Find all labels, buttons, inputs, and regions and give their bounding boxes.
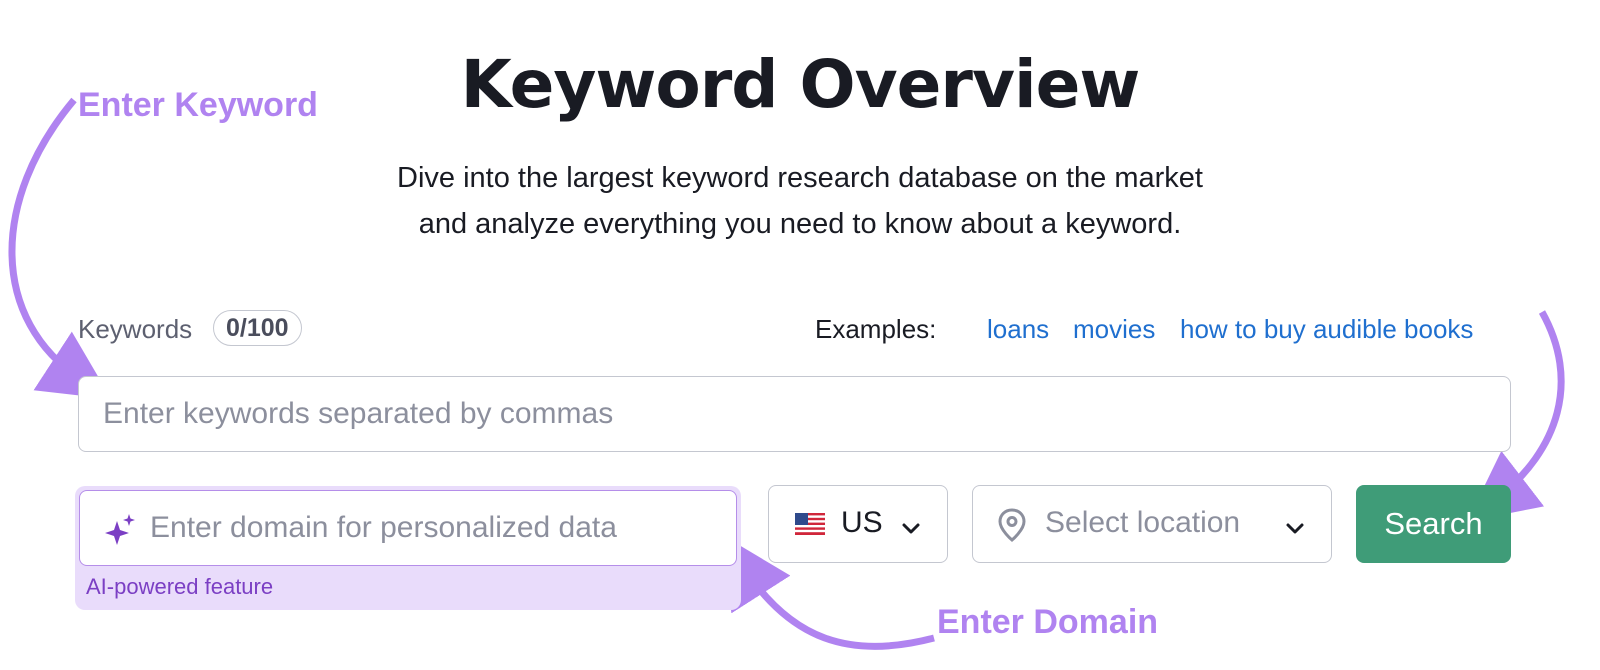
- sparkle-icon: [105, 514, 135, 545]
- examples-label: Examples:: [815, 314, 937, 344]
- chevron-down-icon: [902, 523, 920, 534]
- keywords-counter-badge: 0/100: [213, 310, 302, 346]
- keywords-input[interactable]: Enter keywords separated by commas: [78, 376, 1511, 452]
- search-button[interactable]: Search: [1356, 485, 1511, 563]
- country-code: US: [841, 506, 883, 539]
- keywords-label: Keywords: [78, 314, 193, 344]
- domain-arrow: [723, 535, 935, 650]
- page-title: Keyword Overview: [460, 46, 1141, 123]
- example-link-movies[interactable]: movies: [1073, 314, 1155, 345]
- example-link-loans[interactable]: loans: [987, 314, 1049, 345]
- location-pin-icon: [998, 508, 1026, 542]
- page-subtitle-line-2: and analyze everything you need to know …: [418, 208, 1182, 240]
- us-flag-icon: [795, 513, 825, 535]
- chevron-down-icon: [1286, 523, 1304, 534]
- location-select-placeholder: Select location: [1045, 506, 1241, 539]
- page-subtitle-line-1: Dive into the largest keyword research d…: [397, 162, 1203, 194]
- domain-input-placeholder: Enter domain for personalized data: [150, 511, 617, 544]
- annotation-enter-domain: Enter Domain: [937, 603, 1159, 641]
- ai-powered-note: AI-powered feature: [86, 574, 274, 599]
- example-link-audible-books[interactable]: how to buy audible books: [1180, 314, 1473, 345]
